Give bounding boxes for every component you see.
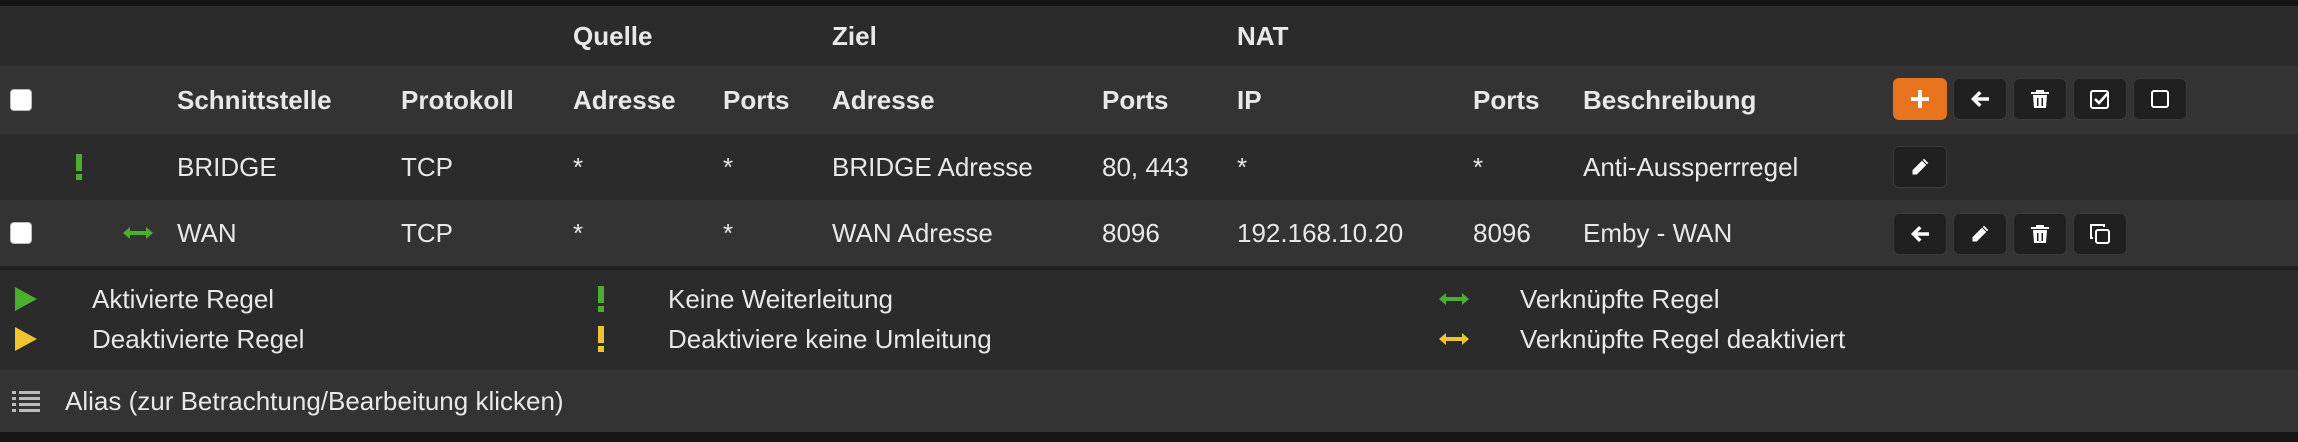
row-destination-ports: 80, 443: [1102, 151, 1189, 182]
legend-enabled-label: Aktivierte Regel: [92, 283, 275, 314]
legend-disable-no-redirect-label: Deaktiviere keine Umleitung: [668, 323, 992, 354]
legend-linked-icon-cell: [1439, 282, 1469, 316]
col-source-ports: Ports: [723, 84, 790, 115]
linked-arrows-icon: [1439, 333, 1469, 345]
row-source-address: *: [573, 217, 584, 248]
no-redirect-exclamation-icon: [76, 154, 82, 180]
delete-selected-button[interactable]: [2013, 78, 2067, 120]
legend-disable-no-redirect-icon-cell: [596, 322, 606, 356]
alias-row[interactable]: Alias (zur Betrachtung/Bearbeitung klick…: [0, 370, 2298, 432]
row-destination-ports: 8096: [1102, 217, 1160, 248]
col-protocol: Protokoll: [401, 84, 514, 115]
legend-enabled-icon-cell: [14, 282, 38, 316]
col-destination-ports: Ports: [1102, 84, 1169, 115]
row-nat-ip: 192.168.10.20: [1237, 217, 1404, 248]
linked-rule-arrows-icon: [123, 227, 153, 239]
row-destination-address: WAN Adresse: [832, 217, 993, 248]
pencil-icon: [1971, 224, 1990, 243]
linked-arrows-icon: [1439, 293, 1469, 305]
select-all-cell: [10, 66, 32, 134]
row-description: Emby - WAN: [1583, 217, 1733, 248]
trash-icon: [2031, 90, 2049, 108]
row-destination-address: BRIDGE Adresse: [832, 151, 1033, 182]
move-before-button[interactable]: [1893, 213, 1947, 255]
row-nat-ports: 8096: [1473, 217, 1531, 248]
col-destination-address: Adresse: [832, 84, 935, 115]
col-source-address: Adresse: [573, 84, 676, 115]
group-header-source: Quelle: [573, 20, 653, 51]
alias-icon-cell: [12, 370, 40, 432]
edit-rule-button[interactable]: [1893, 146, 1947, 188]
table-row: WAN TCP * * WAN Adresse 8096 192.168.10.…: [0, 200, 2298, 268]
play-icon: [15, 327, 37, 351]
legend-disabled-icon-cell: [14, 322, 38, 356]
move-selected-button[interactable]: [1953, 78, 2007, 120]
pencil-icon: [1911, 157, 1930, 176]
legend-no-redirect-icon-cell: [596, 282, 606, 316]
add-rule-button[interactable]: [1893, 78, 1947, 120]
row-nat-ports: *: [1473, 151, 1484, 182]
square-icon: [2151, 90, 2169, 108]
col-description: Beschreibung: [1583, 84, 1757, 115]
copy-rule-button[interactable]: [2073, 213, 2127, 255]
status-cell: [123, 200, 153, 266]
list-icon: [12, 391, 40, 412]
legend-no-redirect-label: Keine Weiterleitung: [668, 283, 893, 314]
row-source-address: *: [573, 151, 584, 182]
row-interface: BRIDGE: [177, 151, 277, 182]
row-source-ports: *: [723, 217, 734, 248]
legend-linked-disabled-icon-cell: [1439, 322, 1469, 356]
delete-rule-button[interactable]: [2013, 213, 2067, 255]
col-nat-ip: IP: [1237, 84, 1262, 115]
row-protocol: TCP: [401, 151, 453, 182]
legend: Aktivierte Regel Deaktivierte Regel Kein…: [0, 270, 2298, 370]
row-select-checkbox[interactable]: [10, 222, 32, 244]
bottom-border: [0, 432, 2298, 442]
legend-linked-disabled-label: Verknüpfte Regel deaktiviert: [1520, 323, 1846, 354]
table-group-header: Quelle Ziel NAT: [0, 6, 2298, 66]
trash-icon: [2031, 225, 2049, 243]
table-column-header: Schnittstelle Protokoll Adresse Ports Ad…: [0, 66, 2298, 134]
col-interface: Schnittstelle: [177, 84, 332, 115]
status-cell: [74, 134, 84, 200]
col-nat-ports: Ports: [1473, 84, 1540, 115]
play-icon: [15, 287, 37, 311]
group-header-destination: Ziel: [832, 20, 877, 51]
row-nat-ip: *: [1237, 151, 1248, 182]
group-header-nat: NAT: [1237, 20, 1289, 51]
edit-rule-button[interactable]: [1953, 213, 2007, 255]
exclamation-icon: [598, 286, 604, 312]
legend-disabled-label: Deaktivierte Regel: [92, 323, 305, 354]
row-description: Anti-Aussperrregel: [1583, 151, 1799, 182]
copy-icon: [2090, 224, 2110, 244]
select-cell: [10, 200, 32, 266]
check-square-icon: [2090, 90, 2109, 109]
arrow-left-icon: [1971, 91, 1989, 107]
exclamation-icon: [598, 326, 604, 352]
select-all-checkbox[interactable]: [10, 89, 32, 111]
arrow-left-icon: [1911, 226, 1929, 242]
enable-selected-button[interactable]: [2073, 78, 2127, 120]
legend-linked-label: Verknüpfte Regel: [1520, 283, 1720, 314]
alias-label[interactable]: Alias (zur Betrachtung/Bearbeitung klick…: [65, 370, 564, 432]
add-icon: [1911, 90, 1929, 108]
disable-selected-button[interactable]: [2133, 78, 2187, 120]
row-interface: WAN: [177, 217, 237, 248]
row-protocol: TCP: [401, 217, 453, 248]
row-source-ports: *: [723, 151, 734, 182]
table-row: BRIDGE TCP * * BRIDGE Adresse 80, 443 * …: [0, 134, 2298, 200]
